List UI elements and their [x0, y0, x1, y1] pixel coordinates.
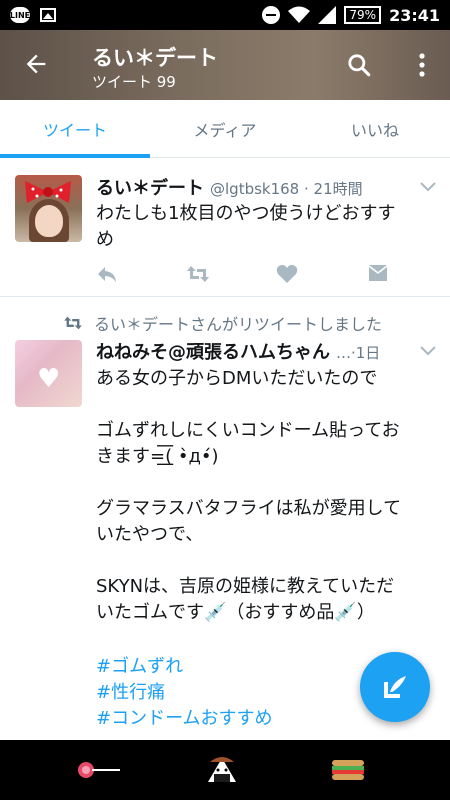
tab-media[interactable]: メディア	[150, 100, 300, 157]
cell-signal-icon	[318, 6, 337, 24]
lollipop-icon[interactable]	[74, 754, 124, 786]
tweet-author: ねねみそ@頑張るハムちゃん …·1日	[96, 338, 380, 364]
chevron-down-icon[interactable]	[420, 346, 436, 356]
compose-tweet-button[interactable]	[360, 652, 430, 722]
compose-feather-icon	[384, 676, 406, 698]
battery-indicator: 79%	[344, 6, 382, 24]
line-app-icon: LINE	[10, 7, 30, 23]
tab-tweets[interactable]: ツイート	[0, 100, 150, 158]
retweet-context: るい＊デートさんがリツイートしました	[62, 311, 382, 335]
direct-message-icon[interactable]	[368, 264, 388, 282]
profile-header: るい＊デート ツイート 99	[0, 30, 450, 100]
hashtag-list: #ゴムずれ #性行痛 #コンドームおすすめ	[96, 654, 273, 732]
search-icon[interactable]	[346, 52, 372, 78]
tweet-author: るい＊デート @lgtbsk168 · 21時間	[96, 174, 363, 200]
back-arrow-icon[interactable]	[22, 50, 50, 78]
tweet-text: ある女の子からDMいただいたので ゴムずれしにくいコンドーム貼ってお きます=͟…	[96, 368, 402, 623]
retweet-icon	[64, 316, 82, 330]
display-name[interactable]: ねねみそ@頑張るハムちゃん	[96, 338, 330, 364]
like-heart-icon[interactable]	[276, 264, 298, 284]
bottom-dock	[0, 740, 450, 800]
more-options-icon[interactable]	[412, 52, 432, 78]
heart-decoration-icon: ♥	[37, 364, 61, 394]
hashtag-link[interactable]: #性行痛	[96, 680, 273, 706]
clock: 23:41	[389, 5, 440, 25]
onigiri-character-icon[interactable]	[204, 754, 240, 786]
handle-and-time: …·1日	[336, 344, 381, 362]
tweet[interactable]: るい＊デート @lgtbsk168 · 21時間 わたしも1枚目のやつ使うけどお…	[0, 160, 450, 297]
tab-likes[interactable]: いいね	[300, 100, 450, 157]
tweet-text: わたしも1枚目のやつ使うけどおすす め	[96, 203, 396, 250]
image-notification-icon	[40, 8, 56, 22]
avatar[interactable]	[15, 175, 82, 242]
hashtag-link[interactable]: #ゴムずれ	[96, 654, 273, 680]
reply-icon[interactable]	[96, 264, 118, 284]
hashtag-link[interactable]: #コンドームおすすめ	[96, 706, 273, 732]
do-not-disturb-icon	[262, 6, 281, 24]
display-name[interactable]: るい＊デート	[96, 174, 204, 200]
wifi-icon	[288, 6, 311, 23]
profile-tabs: ツイート メディア いいね	[0, 100, 450, 158]
red-bow-image	[25, 181, 71, 203]
retweet-icon[interactable]	[186, 264, 210, 284]
tweet-actions	[96, 264, 396, 286]
chevron-down-icon[interactable]	[420, 182, 436, 192]
page-title: るい＊デート	[92, 46, 218, 70]
retweeted-by-label[interactable]: るい＊デートさんがリツイートしました	[94, 311, 382, 335]
tweet-count: ツイート 99	[92, 73, 176, 91]
avatar[interactable]: ♥	[15, 340, 82, 407]
sandwich-icon[interactable]	[330, 754, 366, 786]
status-bar: LINE 79% 23:41	[0, 0, 450, 30]
handle-and-time: @lgtbsk168 · 21時間	[210, 180, 363, 198]
